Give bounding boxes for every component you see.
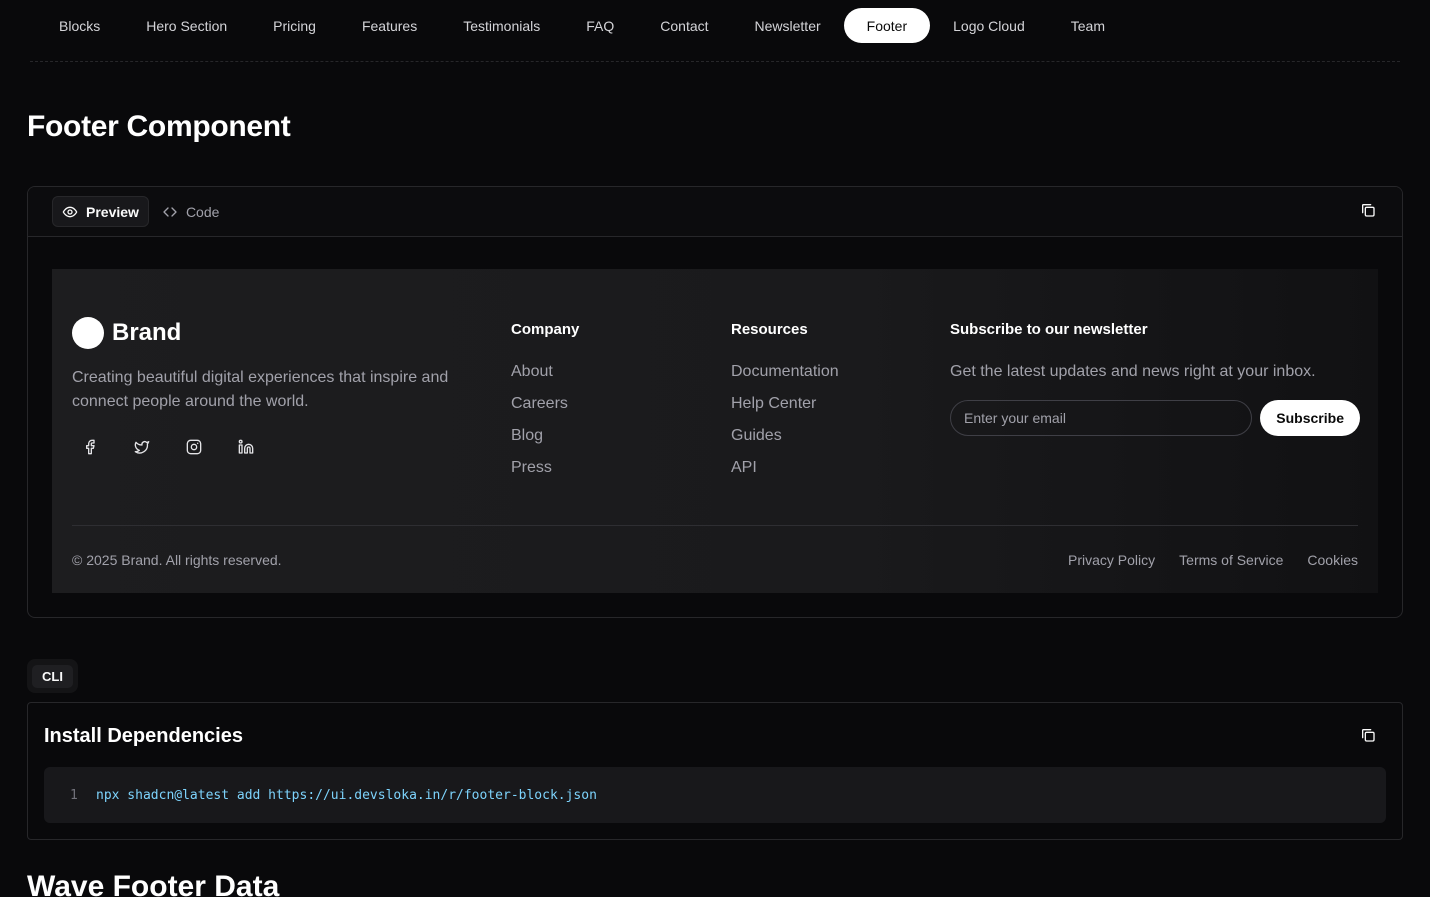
code-icon	[162, 204, 178, 220]
copy-icon[interactable]	[1360, 202, 1380, 222]
brand-logo-icon	[72, 317, 104, 349]
subscribe-button[interactable]: Subscribe	[1260, 400, 1360, 436]
tab-features[interactable]: Features	[339, 8, 440, 43]
preview-label: Preview	[86, 203, 139, 220]
install-command: npx shadcn@latest add https://ui.devslok…	[96, 787, 597, 803]
tab-faq[interactable]: FAQ	[563, 8, 637, 43]
tab-newsletter[interactable]: Newsletter	[732, 8, 844, 43]
preview-card-header: Preview Code	[28, 187, 1402, 237]
footer-divider	[72, 525, 1358, 526]
twitter-icon[interactable]	[124, 429, 160, 465]
brand-tagline: Creating beautiful digital experiences t…	[72, 369, 449, 410]
line-number: 1	[70, 787, 78, 803]
legal-links: Privacy Policy Terms of Service Cookies	[1068, 552, 1358, 568]
social-links	[72, 429, 264, 465]
tab-cli[interactable]: CLI	[32, 664, 73, 688]
command-codebox[interactable]: 1 npx shadcn@latest add https://ui.devsl…	[44, 767, 1386, 823]
tab-blocks[interactable]: Blocks	[36, 8, 123, 43]
linkedin-icon[interactable]	[228, 429, 264, 465]
preview-button[interactable]: Preview	[52, 196, 149, 227]
tab-pricing[interactable]: Pricing	[250, 8, 339, 43]
link-privacy-policy[interactable]: Privacy Policy	[1068, 552, 1155, 568]
footer-demo: Brand Creating beautiful digital experie…	[52, 269, 1378, 593]
tab-team[interactable]: Team	[1048, 8, 1128, 43]
newsletter-form: Subscribe	[950, 400, 1360, 436]
cli-tab-bar: CLI	[27, 659, 78, 693]
preview-card: Preview Code Brand Creating beautiful di…	[27, 186, 1403, 618]
company-heading: Company	[511, 321, 580, 338]
instagram-icon[interactable]	[176, 429, 212, 465]
link-blog[interactable]: Blog	[511, 420, 579, 452]
tab-footer[interactable]: Footer	[843, 8, 931, 43]
resources-column: Resources Documentation Help Center Guid…	[731, 321, 839, 484]
newsletter-description: Get the latest updates and news right at…	[950, 363, 1316, 380]
next-section-title: Wave Footer Data	[27, 870, 280, 897]
link-documentation[interactable]: Documentation	[731, 356, 839, 388]
code-label: Code	[185, 203, 220, 220]
resources-heading: Resources	[731, 321, 808, 338]
copyright-text: © 2025 Brand. All rights reserved.	[72, 552, 282, 568]
brand-name: Brand	[112, 319, 182, 346]
code-button[interactable]: Code	[153, 196, 228, 227]
tab-hero-section[interactable]: Hero Section	[123, 8, 250, 43]
view-toggle: Preview Code	[52, 196, 228, 227]
facebook-icon[interactable]	[72, 429, 108, 465]
link-terms-of-service[interactable]: Terms of Service	[1179, 552, 1283, 568]
link-cookies[interactable]: Cookies	[1307, 552, 1358, 568]
link-guides[interactable]: Guides	[731, 420, 839, 452]
link-help-center[interactable]: Help Center	[731, 388, 839, 420]
nav-divider	[30, 61, 1400, 62]
top-nav: Blocks Hero Section Pricing Features Tes…	[0, 0, 1430, 62]
company-column: Company About Careers Blog Press	[511, 321, 579, 484]
tab-logo-cloud[interactable]: Logo Cloud	[930, 8, 1048, 43]
link-api[interactable]: API	[731, 452, 839, 484]
newsletter-column: Subscribe to our newsletter Get the late…	[950, 321, 1360, 436]
link-press[interactable]: Press	[511, 452, 579, 484]
link-careers[interactable]: Careers	[511, 388, 579, 420]
tab-contact[interactable]: Contact	[637, 8, 731, 43]
brand[interactable]: Brand	[72, 317, 181, 349]
eye-icon	[62, 204, 78, 220]
newsletter-heading: Subscribe to our newsletter	[950, 321, 1148, 338]
link-about[interactable]: About	[511, 356, 579, 388]
copy-command-icon[interactable]	[1360, 727, 1380, 747]
install-card: Install Dependencies 1 npx shadcn@latest…	[27, 702, 1403, 840]
page-title: Footer Component	[27, 110, 291, 143]
install-title: Install Dependencies	[44, 725, 243, 747]
email-input[interactable]	[950, 400, 1253, 436]
nav-tabs: Blocks Hero Section Pricing Features Tes…	[36, 8, 1128, 43]
tab-testimonials[interactable]: Testimonials	[440, 8, 563, 43]
